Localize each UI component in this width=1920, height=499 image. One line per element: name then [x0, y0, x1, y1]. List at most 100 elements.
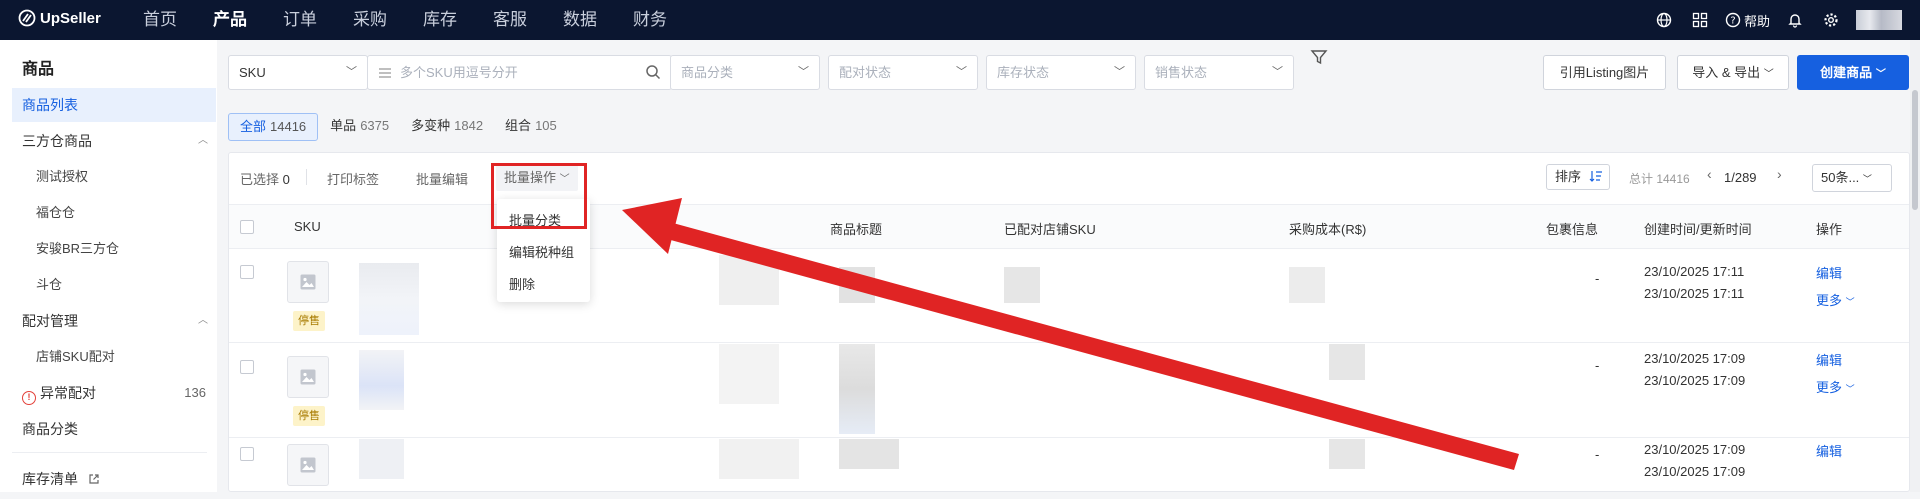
- row-checkbox[interactable]: [240, 360, 254, 374]
- import-export-button[interactable]: 导入 & 导出 ﹀: [1677, 55, 1789, 90]
- top-navigation-bar: UpSeller 首页 产品 订单 采购 库存 客服 数据 财务 ? 帮助: [0, 0, 1920, 40]
- upseller-logo[interactable]: UpSeller: [18, 9, 101, 27]
- redacted-content: [1329, 439, 1365, 469]
- sku-search-input[interactable]: 多个SKU用逗号分开: [367, 55, 672, 90]
- nav-data[interactable]: 数据: [563, 0, 597, 40]
- nav-finance[interactable]: 财务: [633, 0, 667, 40]
- tab-count: 1842: [454, 118, 484, 133]
- selected-number: 0: [282, 172, 290, 187]
- stock-status-placeholder: 库存状态: [997, 65, 1050, 80]
- sidebar-item-inventory-list[interactable]: 库存清单: [12, 462, 216, 496]
- created-time: 23/10/2025 17:09: [1644, 442, 1746, 457]
- chevron-down-icon: ﹀: [956, 66, 967, 78]
- edit-link[interactable]: 编辑: [1816, 263, 1842, 282]
- sidebar-item-3pl-products[interactable]: 三方仓商品 ︿: [12, 124, 216, 158]
- column-header-sku: SKU: [294, 219, 321, 234]
- search-icon[interactable]: [645, 64, 661, 80]
- next-page-icon[interactable]: ›: [1777, 166, 1782, 182]
- sidebar-item-test-auth[interactable]: 测试授权: [12, 160, 216, 194]
- sidebar-item-category[interactable]: 商品分类: [12, 412, 216, 446]
- tab-bundle[interactable]: 组合 105: [505, 113, 557, 141]
- redacted-sku-info: [359, 350, 404, 410]
- globe-icon[interactable]: [1653, 9, 1675, 31]
- sidebar-item-abnormal-pair[interactable]: ! 异常配对 136: [12, 376, 216, 410]
- print-labels-button[interactable]: 打印标签: [327, 169, 379, 188]
- avatar[interactable]: [1856, 10, 1902, 30]
- redacted-content: [719, 439, 799, 479]
- create-product-button[interactable]: 创建商品 ﹀: [1797, 55, 1909, 90]
- logo-text: UpSeller: [40, 9, 101, 27]
- selected-label: 已选择: [240, 172, 280, 187]
- select-all-checkbox[interactable]: [240, 220, 254, 234]
- nav-products[interactable]: 产品: [213, 0, 247, 40]
- sort-button[interactable]: 排序: [1546, 164, 1610, 190]
- edit-link[interactable]: 编辑: [1816, 441, 1842, 460]
- tab-count: 6375: [360, 118, 390, 133]
- menu-item-bulk-category[interactable]: 批量分类: [509, 210, 561, 229]
- chevron-down-icon: ﹀: [1862, 174, 1872, 184]
- bulk-ops-button[interactable]: 批量操作 ﹀: [496, 164, 578, 191]
- column-header-actions: 操作: [1816, 222, 1843, 237]
- updated-time: 23/10/2025 17:09: [1644, 373, 1746, 388]
- stock-status-select[interactable]: 库存状态 ﹀: [986, 55, 1136, 90]
- tab-multi-variant[interactable]: 多变种 1842: [411, 113, 483, 141]
- product-image-placeholder: [287, 444, 329, 486]
- nav-orders[interactable]: 订单: [283, 0, 317, 40]
- create-product-label: 创建商品: [1820, 65, 1873, 80]
- updated-time: 23/10/2025 17:09: [1644, 464, 1746, 479]
- menu-item-edit-tax-group[interactable]: 编辑税种组: [509, 242, 574, 261]
- status-badge: 停售: [293, 406, 325, 426]
- apps-grid-icon[interactable]: [1689, 9, 1711, 31]
- sidebar-item-product-list[interactable]: 商品列表: [12, 88, 216, 122]
- toolbar-divider: [306, 169, 307, 185]
- category-select[interactable]: 商品分类 ﹀: [670, 55, 820, 90]
- tab-single[interactable]: 单品 6375: [330, 113, 389, 141]
- menu-item-delete[interactable]: 删除: [509, 274, 535, 293]
- image-icon: [300, 274, 316, 290]
- image-icon: [300, 369, 316, 385]
- sidebar-item-label: 三方仓商品: [22, 133, 92, 149]
- sidebar-item-label: 商品分类: [22, 421, 78, 437]
- edit-link[interactable]: 编辑: [1816, 350, 1842, 369]
- row-checkbox[interactable]: [240, 265, 254, 279]
- sidebar-item-doucang[interactable]: 斗仓: [12, 268, 216, 302]
- sidebar-item-label: 库存清单: [22, 471, 78, 487]
- filter-icon[interactable]: [1310, 48, 1328, 66]
- sidebar-item-fucang[interactable]: 福仓仓: [12, 196, 216, 230]
- scrollbar-thumb[interactable]: [1912, 90, 1918, 210]
- page-size-select[interactable]: 50条... ﹀: [1812, 164, 1892, 192]
- chevron-up-icon: ︿: [198, 315, 208, 326]
- page-scrollbar[interactable]: [1910, 40, 1920, 492]
- prev-page-icon[interactable]: ‹: [1707, 166, 1712, 182]
- package-info: -: [1595, 358, 1600, 373]
- sku-type-select[interactable]: SKU ﹀: [228, 55, 368, 90]
- sidebar-item-anjun-br[interactable]: 安骏BR三方仓: [12, 232, 216, 266]
- more-actions-link[interactable]: 更多 ﹀: [1816, 290, 1855, 309]
- listing-images-button[interactable]: 引用Listing图片: [1543, 55, 1666, 90]
- bell-icon[interactable]: [1784, 9, 1806, 31]
- sidebar-item-pair-management[interactable]: 配对管理 ︿: [12, 304, 216, 338]
- redacted-content: [1004, 267, 1040, 303]
- chevron-down-icon: ﹀: [1875, 69, 1886, 80]
- nav-purchase[interactable]: 采购: [353, 0, 387, 40]
- more-actions-link[interactable]: 更多 ﹀: [1816, 377, 1855, 396]
- sidebar-item-label: 配对管理: [22, 313, 78, 329]
- sale-status-select[interactable]: 销售状态 ﹀: [1144, 55, 1294, 90]
- sidebar-item-store-sku-pair[interactable]: 店铺SKU配对: [12, 340, 216, 374]
- table-toolbar: 已选择 0 打印标签 批量编辑 批量操作 ﹀ 排序 总计 14416 ‹ 1/2…: [229, 153, 1909, 205]
- tab-label: 全部: [240, 119, 267, 134]
- bulk-edit-button[interactable]: 批量编辑: [416, 169, 468, 188]
- nav-customer-service[interactable]: 客服: [493, 0, 527, 40]
- nav-inventory[interactable]: 库存: [423, 0, 457, 40]
- help-button[interactable]: ? 帮助: [1725, 11, 1770, 30]
- chevron-down-icon: ﹀: [346, 66, 357, 78]
- category-placeholder: 商品分类: [681, 65, 734, 80]
- redacted-content: [1289, 267, 1325, 303]
- more-label: 更多: [1816, 380, 1843, 395]
- row-checkbox[interactable]: [240, 447, 254, 461]
- gear-icon[interactable]: [1820, 9, 1842, 31]
- pair-status-select[interactable]: 配对状态 ﹀: [828, 55, 978, 90]
- nav-home[interactable]: 首页: [143, 0, 177, 40]
- product-image-placeholder: [287, 356, 329, 398]
- tab-all[interactable]: 全部 14416: [228, 113, 319, 141]
